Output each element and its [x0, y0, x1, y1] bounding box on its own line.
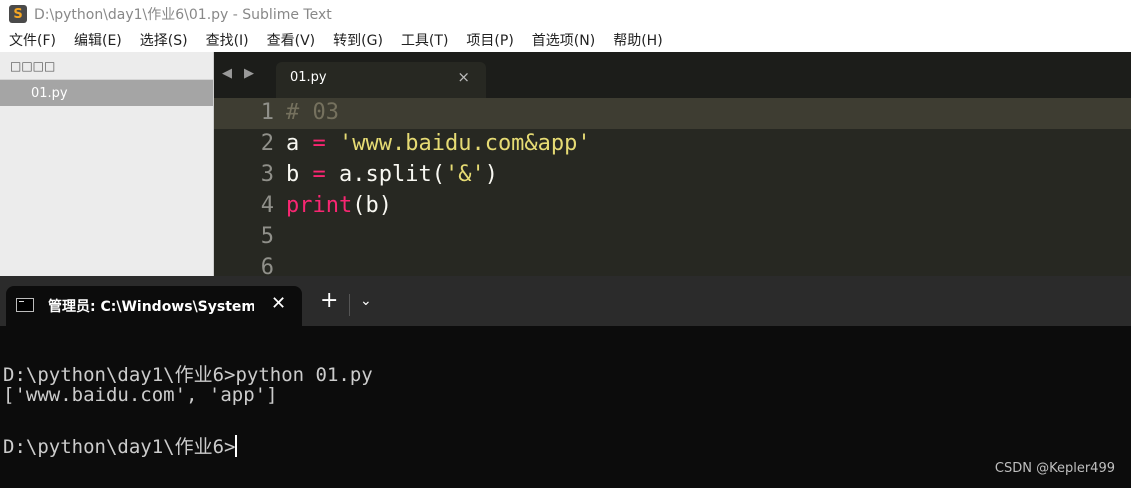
tab-nav-right-icon[interactable]: ▶ — [244, 66, 254, 81]
menu-find[interactable]: 查找(I) — [197, 30, 249, 50]
line-number: 5 — [260, 224, 274, 249]
menu-edit[interactable]: 编辑(E) — [65, 30, 122, 50]
code-editor[interactable]: 1 2 3 4 5 6 # 03 a = 'www.baidu.com&app' b = a.… — [214, 98, 1131, 276]
sublime-text-icon: S — [9, 5, 27, 23]
code-token: a.split( — [325, 162, 445, 187]
tab-close-icon[interactable]: × — [457, 68, 470, 86]
code-token: ) — [484, 162, 498, 187]
terminal-tab-bar: 管理员: C:\Windows\System32\cmd.exe ✕ + ⌄ — [0, 276, 1131, 326]
tab-separator — [349, 294, 350, 316]
active-line-highlight — [214, 98, 1131, 129]
line-number-gutter: 1 2 3 4 5 6 — [214, 98, 284, 276]
sidebar-header: □□□□ — [0, 52, 213, 80]
menu-preferences[interactable]: 首选项(N) — [523, 30, 595, 50]
code-token: 'www.baidu.com&app' — [339, 131, 591, 156]
watermark: CSDN @Kepler499 — [994, 461, 1115, 476]
cmd-icon — [16, 298, 34, 312]
code-token: (b) — [352, 193, 392, 218]
menu-selection[interactable]: 选择(S) — [131, 30, 188, 50]
tab-nav-left-icon[interactable]: ◀ — [222, 66, 232, 81]
code-token: '&' — [444, 162, 485, 187]
menu-tools[interactable]: 工具(T) — [392, 30, 448, 50]
new-tab-icon[interactable]: + — [320, 290, 338, 312]
sidebar-file-item[interactable]: 01.py — [0, 80, 213, 106]
terminal-tab-close-icon[interactable]: ✕ — [271, 293, 286, 314]
terminal-prompt: D:\python\day1\作业6> — [3, 436, 236, 458]
code-token: = — [312, 131, 326, 156]
code-line: print(b) — [286, 193, 392, 218]
terminal-prompt-line[interactable]: D:\python\day1\作业6> — [3, 432, 238, 459]
code-token: a — [286, 131, 313, 156]
title-bar: S D:\python\day1\作业6\01.py - Sublime Tex… — [0, 0, 1131, 28]
code-token: print — [286, 193, 353, 218]
line-number: 6 — [260, 255, 274, 276]
code-token: # 03 — [286, 100, 339, 125]
chevron-down-icon[interactable]: ⌄ — [360, 293, 372, 309]
text-cursor — [235, 435, 238, 457]
code-line: a = 'www.baidu.com&app' — [286, 131, 591, 156]
line-number: 2 — [260, 131, 274, 156]
window-title: D:\python\day1\作业6\01.py - Sublime Text — [34, 7, 332, 23]
menu-bar: 文件(F) 编辑(E) 选择(S) 查找(I) 查看(V) 转到(G) 工具(T… — [0, 28, 1131, 52]
menu-help[interactable]: 帮助(H) — [604, 30, 662, 50]
line-number: 1 — [260, 100, 274, 125]
line-number: 3 — [260, 162, 274, 187]
line-number: 4 — [260, 193, 274, 218]
code-token: b — [286, 162, 313, 187]
menu-goto[interactable]: 转到(G) — [324, 30, 383, 50]
code-line: # 03 — [286, 100, 339, 125]
terminal-output-line: D:\python\day1\作业6>python 01.py — [3, 364, 373, 386]
menu-view[interactable]: 查看(V) — [258, 30, 316, 50]
code-token: = — [312, 162, 326, 187]
menu-project[interactable]: 项目(P) — [457, 30, 513, 50]
code-line: b = a.split('&') — [286, 162, 498, 187]
sidebar: □□□□ 01.py — [0, 52, 214, 276]
tab-label: 01.py — [290, 70, 327, 85]
tab-01-py[interactable]: 01.py × — [276, 62, 486, 98]
editor-tab-bar: ◀ ▶ 01.py × — [214, 52, 1131, 98]
menu-file[interactable]: 文件(F) — [0, 30, 56, 50]
terminal-tab-label: 管理员: C:\Windows\System32\cmd.exe — [48, 299, 254, 315]
terminal-tab[interactable]: 管理员: C:\Windows\System32\cmd.exe ✕ — [6, 286, 302, 326]
terminal-output-line: ['www.baidu.com', 'app'] — [3, 384, 278, 406]
terminal-window: 管理员: C:\Windows\System32\cmd.exe ✕ + ⌄ D… — [0, 276, 1131, 488]
